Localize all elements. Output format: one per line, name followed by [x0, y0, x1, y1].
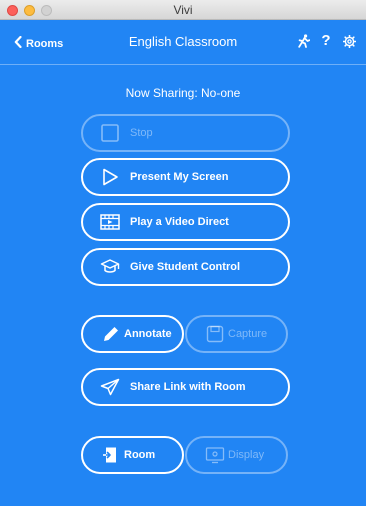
run-icon[interactable] — [296, 33, 310, 49]
film-video-icon — [100, 213, 120, 231]
door-enter-icon — [101, 446, 121, 464]
settings-gear-icon[interactable] — [342, 33, 356, 49]
app-window: Vivi Rooms English Classroom ? Now Shari… — [0, 0, 366, 506]
annotate-button[interactable]: Annotate — [81, 315, 184, 353]
sharing-status: Now Sharing: No-one — [125, 86, 241, 100]
stop-button[interactable]: Stop — [81, 114, 290, 152]
help-icon[interactable]: ? — [319, 33, 333, 49]
give-student-control-label: Give Student Control — [130, 261, 240, 273]
graduation-cap-icon — [100, 258, 120, 276]
display-screen-icon — [205, 446, 225, 464]
give-student-control-button[interactable]: Give Student Control — [81, 248, 290, 286]
window-title: Vivi — [173, 3, 193, 17]
play-video-button[interactable]: Play a Video Direct — [81, 203, 290, 241]
paper-plane-icon — [100, 378, 120, 396]
play-video-label: Play a Video Direct — [130, 216, 229, 228]
annotate-label: Annotate — [124, 328, 172, 340]
stop-square-icon — [100, 124, 120, 142]
display-button[interactable]: Display — [185, 436, 288, 474]
share-link-label: Share Link with Room — [130, 381, 246, 393]
room-button[interactable]: Room — [81, 436, 184, 474]
capture-label: Capture — [228, 328, 268, 340]
room-label: Room — [124, 449, 156, 461]
nav-bar: Rooms English Classroom ? — [0, 20, 366, 65]
window-titlebar: Vivi — [0, 0, 366, 20]
play-triangle-icon — [100, 168, 120, 186]
pen-icon — [101, 325, 121, 343]
display-label: Display — [228, 449, 265, 461]
capture-button[interactable]: Capture — [185, 315, 288, 353]
present-screen-label: Present My Screen — [130, 171, 229, 183]
present-screen-button[interactable]: Present My Screen — [81, 158, 290, 196]
share-link-button[interactable]: Share Link with Room — [81, 368, 290, 406]
save-disk-icon — [205, 325, 225, 343]
stop-label: Stop — [130, 127, 153, 139]
